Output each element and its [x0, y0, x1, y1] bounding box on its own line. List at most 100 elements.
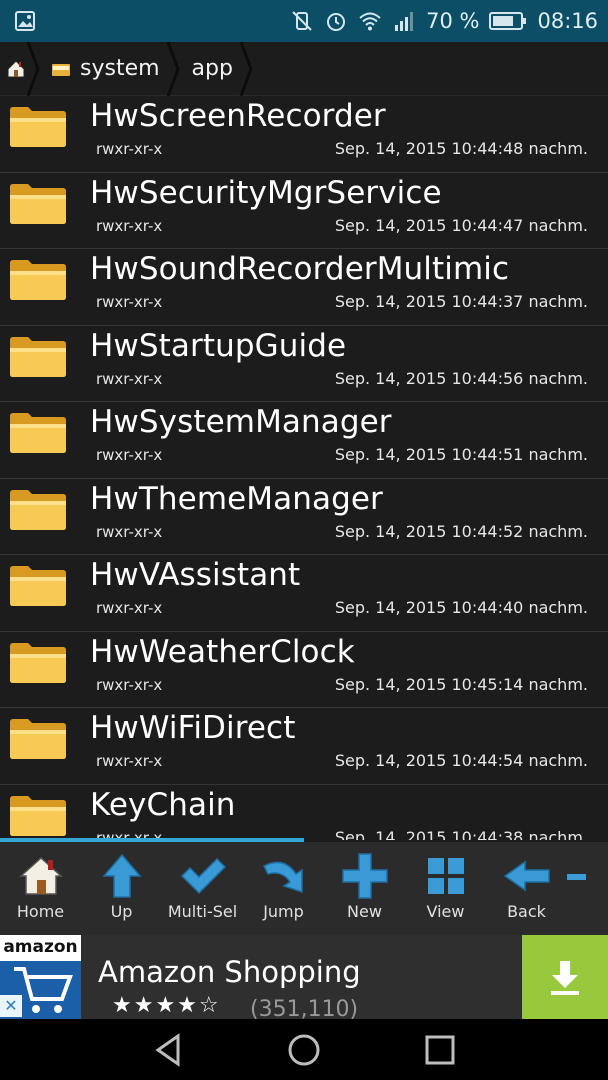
- image-icon: [15, 11, 35, 31]
- file-date: Sep. 14, 2015 10:44:48 nachm.: [334, 139, 588, 158]
- breadcrumb-home[interactable]: [0, 41, 40, 96]
- battery-percent: 70 %: [426, 9, 480, 33]
- toolbar-label: Multi-Sel: [167, 902, 238, 921]
- folder-icon: [10, 183, 66, 224]
- more-toolbar-button[interactable]: [567, 842, 608, 935]
- file-row[interactable]: HwThemeManager rwxr-xr-x Sep. 14, 2015 1…: [0, 479, 608, 555]
- battery-icon: [489, 12, 527, 30]
- toolbar-label: Back: [507, 902, 546, 921]
- file-row[interactable]: HwSystemManager rwxr-xr-x Sep. 14, 2015 …: [0, 402, 608, 479]
- breadcrumb-system[interactable]: system: [40, 41, 180, 96]
- folder-icon: [10, 566, 66, 606]
- file-date: Sep. 14, 2015 10:45:14 nachm.: [334, 674, 588, 694]
- file-row[interactable]: HwSoundRecorderMultimic rwxr-xr-x Sep. 1…: [0, 249, 608, 326]
- arrow-up-icon: [101, 853, 142, 898]
- file-name: HwVAssistant: [90, 557, 301, 593]
- file-name: HwSoundRecorderMultimic: [90, 251, 510, 287]
- system-nav-bar: [0, 1019, 608, 1080]
- jump-arrow-icon: [262, 861, 303, 894]
- breadcrumb-app[interactable]: app: [180, 41, 253, 96]
- file-row[interactable]: HwWiFiDirect rwxr-xr-x Sep. 14, 2015 10:…: [0, 708, 608, 785]
- file-row[interactable]: HwScreenRecorder rwxr-xr-x Sep. 14, 2015…: [0, 96, 608, 173]
- ad-close-button[interactable]: ✕: [0, 995, 22, 1017]
- file-row[interactable]: HwVAssistant rwxr-xr-x Sep. 14, 2015 10:…: [0, 555, 608, 632]
- file-date: Sep. 14, 2015 10:44:56 nachm.: [334, 368, 588, 388]
- recents-square-icon[interactable]: [423, 1033, 457, 1067]
- toolbar-label: View: [426, 902, 465, 921]
- multi-select-button[interactable]: Multi-Sel: [162, 842, 243, 935]
- ad-download-button[interactable]: [522, 935, 608, 1019]
- up-button[interactable]: Up: [81, 842, 162, 935]
- wifi-icon: [359, 12, 381, 31]
- folder-icon: [52, 63, 70, 76]
- file-name: HwSecurityMgrService: [90, 174, 442, 211]
- breadcrumb-separator: [239, 41, 253, 96]
- file-date: Sep. 14, 2015 10:44:37 nachm.: [334, 292, 588, 311]
- breadcrumb-label: app: [191, 56, 233, 81]
- file-date: Sep. 14, 2015 10:44:54 nachm.: [334, 751, 588, 770]
- file-row[interactable]: KeyChain rwxr-xr-x Sep. 14, 2015 10:44:3…: [0, 785, 608, 841]
- plus-icon: [341, 853, 388, 899]
- folder-icon: [10, 336, 66, 377]
- folder-icon: [10, 795, 66, 836]
- breadcrumb: system app: [0, 41, 608, 96]
- file-name: HwScreenRecorder: [90, 98, 386, 134]
- file-permissions: rwxr-xr-x: [96, 369, 163, 388]
- back-button[interactable]: Back: [486, 842, 567, 935]
- toolbar-label: Home: [16, 902, 65, 921]
- breadcrumb-separator: [166, 41, 180, 96]
- ad-title[interactable]: Amazon Shopping: [98, 955, 361, 989]
- new-button[interactable]: New: [324, 842, 405, 935]
- file-date: Sep. 14, 2015 10:44:40 nachm.: [334, 598, 588, 617]
- file-permissions: rwxr-xr-x: [96, 599, 163, 617]
- toolbar-label: Up: [110, 902, 133, 921]
- file-row[interactable]: HwSecurityMgrService rwxr-xr-x Sep. 14, …: [0, 173, 608, 249]
- folder-icon: [10, 260, 66, 300]
- file-name: HwWiFiDirect: [90, 710, 296, 746]
- home-icon: [7, 59, 25, 77]
- file-permissions: rwxr-xr-x: [96, 293, 163, 311]
- file-permissions: rwxr-xr-x: [96, 140, 163, 158]
- folder-icon: [10, 642, 66, 683]
- partial-icon: [567, 874, 586, 880]
- file-row[interactable]: HwWeatherClock rwxr-xr-x Sep. 14, 2015 1…: [0, 632, 608, 708]
- view-button[interactable]: View: [405, 842, 486, 935]
- file-permissions: rwxr-xr-x: [96, 446, 163, 464]
- file-date: Sep. 14, 2015 10:44:52 nachm.: [334, 521, 588, 541]
- file-name: HwThemeManager: [90, 480, 383, 517]
- checkmark-icon: [180, 857, 226, 895]
- file-date: Sep. 14, 2015 10:44:51 nachm.: [334, 445, 588, 464]
- ad-rating-stars: ★★★★☆: [112, 993, 221, 1018]
- alarm-icon: [327, 13, 346, 31]
- folder-icon: [10, 413, 66, 453]
- folder-icon: [10, 107, 66, 147]
- bottom-toolbar: Home Up Multi-Sel Jump New View Back: [0, 842, 608, 935]
- home-circle-icon[interactable]: [287, 1033, 321, 1067]
- breadcrumb-label: system: [80, 56, 160, 81]
- home-button[interactable]: Home: [0, 842, 81, 935]
- home-icon: [18, 856, 63, 895]
- arrow-left-icon: [503, 860, 550, 892]
- file-row[interactable]: HwStartupGuide rwxr-xr-x Sep. 14, 2015 1…: [0, 326, 608, 402]
- back-triangle-icon[interactable]: [152, 1033, 186, 1067]
- jump-button[interactable]: Jump: [243, 842, 324, 935]
- toolbar-label: Jump: [263, 902, 304, 921]
- amazon-logo[interactable]: amazon ✕: [0, 935, 81, 1019]
- clock: 08:16: [537, 9, 598, 33]
- file-name: HwWeatherClock: [90, 633, 355, 670]
- file-list[interactable]: HwScreenRecorder rwxr-xr-x Sep. 14, 2015…: [0, 96, 608, 840]
- status-bar: 70 % 08:16: [0, 0, 608, 42]
- amazon-logo-text: amazon: [0, 935, 81, 961]
- file-permissions: rwxr-xr-x: [96, 675, 163, 694]
- ad-banner[interactable]: amazon ✕ Amazon Shopping ★★★★☆ (351,110): [0, 935, 608, 1022]
- download-icon: [551, 961, 579, 995]
- file-permissions: rwxr-xr-x: [96, 216, 163, 235]
- folder-icon: [10, 719, 66, 759]
- file-name: HwSystemManager: [90, 404, 392, 440]
- file-name: KeyChain: [90, 786, 236, 823]
- file-name: HwStartupGuide: [90, 327, 347, 364]
- folder-icon: [10, 489, 66, 530]
- vibrate-off-icon: [292, 11, 312, 31]
- file-date: Sep. 14, 2015 10:44:38 nachm.: [334, 827, 588, 841]
- file-date: Sep. 14, 2015 10:44:47 nachm.: [334, 215, 588, 235]
